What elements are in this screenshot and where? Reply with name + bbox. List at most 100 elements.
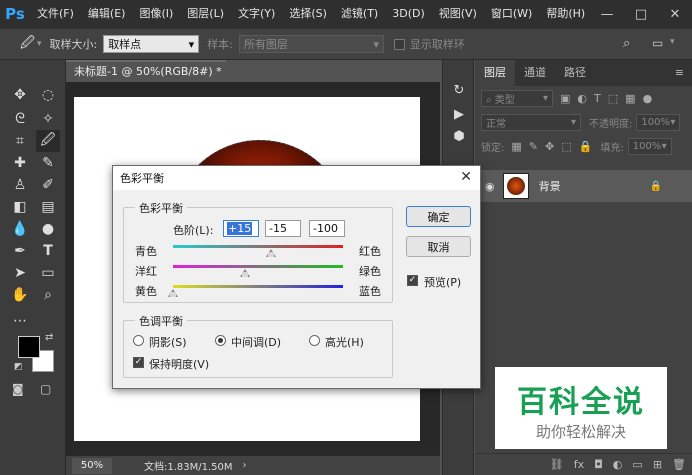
quick-mask-icon[interactable]: ◙ xyxy=(12,382,24,396)
level-yellow-blue-input[interactable]: -100 xyxy=(309,220,345,237)
chevron-down-icon[interactable]: ▾ xyxy=(670,37,675,47)
ellipse-marquee-icon[interactable]: ◌ xyxy=(36,84,60,106)
eyedropper-icon[interactable]: 🖉 xyxy=(20,32,35,56)
smart-object-filter-icon[interactable]: ▦ xyxy=(625,92,635,105)
menu-select[interactable]: 选择(S) xyxy=(282,0,334,28)
zoom-icon[interactable]: ⌕ xyxy=(36,284,60,306)
slider-track-cyan-red[interactable] xyxy=(173,245,343,248)
brush-icon[interactable]: ✎ xyxy=(36,152,60,174)
close-icon[interactable]: ✕ xyxy=(460,169,472,185)
menu-edit[interactable]: 编辑(E) xyxy=(81,0,133,28)
actions-play-icon[interactable]: ▶ xyxy=(451,106,467,122)
eraser-icon[interactable]: ◧ xyxy=(8,196,32,218)
type-tool-icon[interactable]: T xyxy=(36,240,60,262)
workspace-icon[interactable]: ▭ xyxy=(652,36,663,50)
menu-image[interactable]: 图像(I) xyxy=(132,0,180,28)
image-filter-icon[interactable]: ▣ xyxy=(560,92,570,105)
menu-layer[interactable]: 图层(L) xyxy=(180,0,231,28)
default-colors-icon[interactable]: ◩ xyxy=(14,362,23,372)
tab-layers[interactable]: 图层 xyxy=(475,60,515,86)
adjustment-filter-icon[interactable]: ◐ xyxy=(577,92,587,105)
close-button[interactable]: ✕ xyxy=(658,0,692,28)
blur-icon[interactable]: 💧 xyxy=(8,218,32,240)
slider-thumb-magenta-green[interactable] xyxy=(240,269,251,277)
shadows-radio[interactable] xyxy=(133,335,144,346)
show-ring-checkbox[interactable] xyxy=(393,38,405,50)
slider-thumb-cyan-red[interactable] xyxy=(265,249,276,257)
eyedropper-tool-icon[interactable]: 🖉 xyxy=(36,130,60,152)
highlights-radio[interactable] xyxy=(309,335,320,346)
document-tab[interactable]: 未标题-1 @ 50%(RGB/8#) * ✕ xyxy=(66,60,226,98)
healing-brush-icon[interactable]: ✚ xyxy=(8,152,32,174)
shape-filter-icon[interactable]: ⬚ xyxy=(608,92,618,105)
move-tool-icon[interactable]: ✥ xyxy=(8,84,32,106)
preserve-luminosity-checkbox[interactable]: ✓ xyxy=(133,357,144,368)
preview-checkbox[interactable]: ✓ xyxy=(407,275,418,286)
menu-window[interactable]: 窗口(W) xyxy=(484,0,539,28)
opacity-field[interactable]: 100% ▾ xyxy=(636,113,681,131)
chevron-down-icon[interactable]: ▾ xyxy=(37,39,42,49)
lock-artboard-icon[interactable]: ⬚ xyxy=(561,140,571,153)
sample-select[interactable]: 所有图层 ▾ xyxy=(238,35,384,53)
magic-wand-icon[interactable]: ✧ xyxy=(36,108,60,130)
3d-icon[interactable]: ⬢ xyxy=(451,128,467,144)
menu-view[interactable]: 视图(V) xyxy=(432,0,484,28)
midtones-radio[interactable] xyxy=(215,335,226,346)
link-layers-icon[interactable]: ⛓ xyxy=(550,458,564,471)
foreground-color-front[interactable] xyxy=(18,336,40,358)
new-layer-icon[interactable]: ⊞ xyxy=(653,458,662,471)
filter-toggle-icon[interactable]: ● xyxy=(643,92,653,105)
lock-pixels-icon[interactable]: ✎ xyxy=(529,140,538,153)
slider-track-magenta-green[interactable] xyxy=(173,265,343,268)
zoom-field[interactable]: 50% xyxy=(72,457,112,474)
slider-thumb-yellow-blue[interactable] xyxy=(168,289,178,297)
lock-position-icon[interactable]: ✥ xyxy=(545,140,554,153)
screen-mode-icon[interactable]: ▢ xyxy=(40,382,51,396)
level-cyan-red-input[interactable]: +15 xyxy=(223,220,259,237)
layer-style-icon[interactable]: fx xyxy=(574,458,584,471)
slider-track-yellow-blue[interactable] xyxy=(173,285,343,288)
new-group-icon[interactable]: ▭ xyxy=(632,458,642,471)
level-magenta-green-input[interactable]: -15 xyxy=(265,220,301,237)
sample-size-select[interactable]: 取样点 ▾ xyxy=(103,35,200,53)
layer-row-background[interactable]: ◉ 背景 🔒 xyxy=(475,170,692,202)
history-icon[interactable]: ↻ xyxy=(451,82,467,98)
delete-layer-icon[interactable]: 🗑 xyxy=(672,458,686,471)
fill-field[interactable]: 100% ▾ xyxy=(627,137,672,155)
hand-icon[interactable]: ✋ xyxy=(8,284,32,306)
path-select-icon[interactable]: ➤ xyxy=(8,262,32,284)
lock-all-icon[interactable]: 🔒 xyxy=(579,140,593,153)
menu-help[interactable]: 帮助(H) xyxy=(539,0,592,28)
gradient-icon[interactable]: ▤ xyxy=(36,196,60,218)
lock-transparency-icon[interactable]: ▦ xyxy=(511,140,521,153)
crop-icon[interactable]: ⌗ xyxy=(8,130,32,152)
tab-channels[interactable]: 通道 xyxy=(515,60,555,86)
add-mask-icon[interactable]: ◘ xyxy=(594,458,603,471)
minimize-button[interactable]: — xyxy=(590,0,624,28)
maximize-button[interactable]: □ xyxy=(624,0,658,28)
blend-mode-select[interactable]: 正常 ▾ xyxy=(481,113,581,131)
layer-filter-select[interactable]: ⌕ 类型 ▾ xyxy=(481,89,553,107)
menu-file[interactable]: 文件(F) xyxy=(30,0,81,28)
cancel-button[interactable]: 取消 xyxy=(406,236,471,257)
ok-button[interactable]: 确定 xyxy=(406,206,471,227)
menu-filter[interactable]: 滤镜(T) xyxy=(334,0,385,28)
history-brush-icon[interactable]: ✐ xyxy=(36,174,60,196)
chevron-right-icon[interactable]: › xyxy=(243,460,247,471)
lasso-icon[interactable]: ᘓ xyxy=(8,108,32,130)
visibility-eye-icon[interactable]: ◉ xyxy=(485,180,495,193)
type-filter-icon[interactable]: T xyxy=(594,92,601,105)
dialog-titlebar[interactable]: 色彩平衡 ✕ xyxy=(113,166,480,190)
new-adjustment-icon[interactable]: ◐ xyxy=(613,458,623,471)
rectangle-icon[interactable]: ▭ xyxy=(36,262,60,284)
menu-3d[interactable]: 3D(D) xyxy=(385,0,432,28)
swap-colors-icon[interactable]: ⇄ xyxy=(45,332,53,343)
tab-paths[interactable]: 路径 xyxy=(555,60,595,86)
menu-type[interactable]: 文字(Y) xyxy=(231,0,282,28)
stamp-icon[interactable]: ♙ xyxy=(8,174,32,196)
search-icon[interactable]: ⌕ xyxy=(623,36,630,51)
more-tools-icon[interactable]: ⋯ xyxy=(8,310,32,332)
panel-menu-icon[interactable]: ≡ xyxy=(675,60,684,86)
dodge-icon[interactable]: ● xyxy=(36,218,60,240)
pen-icon[interactable]: ✒ xyxy=(8,240,32,262)
